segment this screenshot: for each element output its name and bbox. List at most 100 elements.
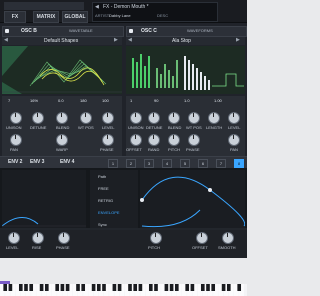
osc-b-wtpos-knob[interactable] xyxy=(188,112,200,124)
black-key[interactable] xyxy=(169,284,174,291)
black-key[interactable] xyxy=(91,284,96,291)
black-key[interactable] xyxy=(211,284,216,291)
black-key[interactable] xyxy=(174,284,179,291)
osc-a-phase-knob[interactable] xyxy=(102,134,114,146)
osc-b-offset-knob[interactable] xyxy=(130,134,142,146)
osc-a-warp-knob[interactable] xyxy=(56,134,68,146)
osc-b-blend-knob[interactable] xyxy=(168,112,180,124)
tab-fx[interactable]: FX xyxy=(4,11,26,23)
tab-env-2[interactable]: ENV 2 xyxy=(8,159,22,165)
tab-global[interactable]: GLOBAL xyxy=(62,11,88,23)
osc-a-rand-value[interactable]: 100 xyxy=(102,98,109,103)
osc-a-detune-value[interactable]: 16% xyxy=(30,98,38,103)
lfo-tab-1[interactable]: 1 xyxy=(108,159,118,168)
chevron-right-icon[interactable]: ▶ xyxy=(236,37,240,43)
lfo-pitch-knob[interactable] xyxy=(150,232,162,244)
black-key[interactable] xyxy=(200,284,205,291)
osc-b-pan-knob[interactable] xyxy=(228,134,240,146)
black-key[interactable] xyxy=(81,284,86,291)
black-key[interactable] xyxy=(185,284,190,291)
lfo-tab-4[interactable]: 4 xyxy=(162,159,172,168)
lfo-smooth-knob[interactable] xyxy=(222,232,234,244)
env-level-knob[interactable] xyxy=(8,232,20,244)
black-key[interactable] xyxy=(18,284,23,291)
osc-a-power-icon[interactable] xyxy=(5,29,9,33)
menu-path[interactable]: Path xyxy=(98,174,106,179)
black-key[interactable] xyxy=(65,284,70,291)
chevron-left-icon[interactable]: ◀ xyxy=(95,4,99,10)
black-key[interactable] xyxy=(237,284,242,291)
osc-a-wavetable-display[interactable] xyxy=(2,46,122,94)
osc-b-rand-knob[interactable] xyxy=(148,134,160,146)
osc-b-phase-knob[interactable] xyxy=(188,134,200,146)
osc-a-blend-value[interactable]: 0.0 xyxy=(58,98,64,103)
black-key[interactable] xyxy=(24,284,28,291)
black-key[interactable] xyxy=(3,284,8,291)
preset-display[interactable]: ◀ FX - Demon Mouth * ARTIST: Dabby Lane … xyxy=(92,2,218,22)
black-key[interactable] xyxy=(154,284,158,291)
osc-a-unison-knob[interactable] xyxy=(10,112,22,124)
lfo-tab-5[interactable]: 5 xyxy=(180,159,190,168)
tab-matrix[interactable]: MATRIX xyxy=(33,11,59,23)
lfo-offset-knob[interactable] xyxy=(196,232,208,244)
black-key[interactable] xyxy=(102,284,106,291)
osc-b-unison-knob[interactable] xyxy=(130,112,142,124)
osc-b-power-icon[interactable] xyxy=(129,29,133,33)
osc-b-pitch-knob[interactable] xyxy=(168,134,180,146)
osc-a-level-knob[interactable] xyxy=(102,112,114,124)
black-key[interactable] xyxy=(164,284,169,291)
lfo-tab-3[interactable]: 3 xyxy=(144,159,154,168)
black-key[interactable] xyxy=(96,284,101,291)
osc-b-unison-value[interactable]: 1 xyxy=(130,98,132,103)
osc-a-phase-value[interactable]: 180 xyxy=(80,98,87,103)
osc-b-detune-knob[interactable] xyxy=(148,112,160,124)
lfo-tab-2[interactable]: 2 xyxy=(126,159,136,168)
menu-envelope[interactable]: ENVELOPE xyxy=(98,210,120,215)
osc-b-wavetable-display[interactable] xyxy=(126,46,245,94)
chevron-left-icon[interactable]: ◀ xyxy=(4,37,8,43)
osc-a-unison-value[interactable]: 7 xyxy=(8,98,10,103)
osc-b-length-knob[interactable] xyxy=(208,112,220,124)
black-key[interactable] xyxy=(44,284,49,291)
black-key[interactable] xyxy=(128,284,132,291)
osc-b-detune-value[interactable]: 90 xyxy=(154,98,158,103)
osc-b-wavetable-bar[interactable]: ◀ Ala Stop ▶ xyxy=(126,37,245,45)
osc-b-phase-value[interactable]: 1.00 xyxy=(214,98,222,103)
lfo-shape-display[interactable] xyxy=(140,170,245,228)
env-phase-knob[interactable] xyxy=(58,232,70,244)
osc-a-wtpos-knob[interactable] xyxy=(80,112,92,124)
black-key[interactable] xyxy=(226,284,231,291)
menu-retrig[interactable]: RETRIG xyxy=(98,198,113,203)
env-rise-knob[interactable] xyxy=(32,232,44,244)
envelope-display[interactable] xyxy=(2,170,86,228)
black-key[interactable] xyxy=(221,284,226,291)
chevron-left-icon[interactable]: ◀ xyxy=(128,37,132,43)
black-key[interactable] xyxy=(29,284,34,291)
lfo-tab-7[interactable]: 7 xyxy=(216,159,226,168)
osc-b-level-knob[interactable] xyxy=(228,112,240,124)
tab-env-4[interactable]: ENV 4 xyxy=(60,159,74,165)
black-key[interactable] xyxy=(206,284,210,291)
osc-a-detune-knob[interactable] xyxy=(32,112,44,124)
black-key[interactable] xyxy=(60,284,65,291)
osc-a-blend-knob[interactable] xyxy=(56,112,68,124)
menu-sync[interactable]: Sync xyxy=(98,222,107,227)
menu-free[interactable]: FREE xyxy=(98,186,109,191)
tab-env-3[interactable]: ENV 3 xyxy=(30,159,44,165)
black-key[interactable] xyxy=(190,284,195,291)
black-key[interactable] xyxy=(76,284,80,291)
lfo-tab-8[interactable]: 8 xyxy=(234,159,244,168)
black-key[interactable] xyxy=(133,284,138,291)
osc-a-wavetable-bar[interactable]: ◀ Default Shapes ▶ xyxy=(2,37,122,45)
black-key[interactable] xyxy=(112,284,117,291)
osc-b-blend-value[interactable]: 1.0 xyxy=(184,98,190,103)
black-key[interactable] xyxy=(55,284,60,291)
osc-a-pan-knob[interactable] xyxy=(10,134,22,146)
black-key[interactable] xyxy=(8,284,13,291)
lfo-tab-6[interactable]: 6 xyxy=(198,159,208,168)
black-key[interactable] xyxy=(148,284,153,291)
black-key[interactable] xyxy=(117,284,122,291)
black-key[interactable] xyxy=(138,284,143,291)
chevron-right-icon[interactable]: ▶ xyxy=(114,37,118,43)
black-key[interactable] xyxy=(39,284,44,291)
